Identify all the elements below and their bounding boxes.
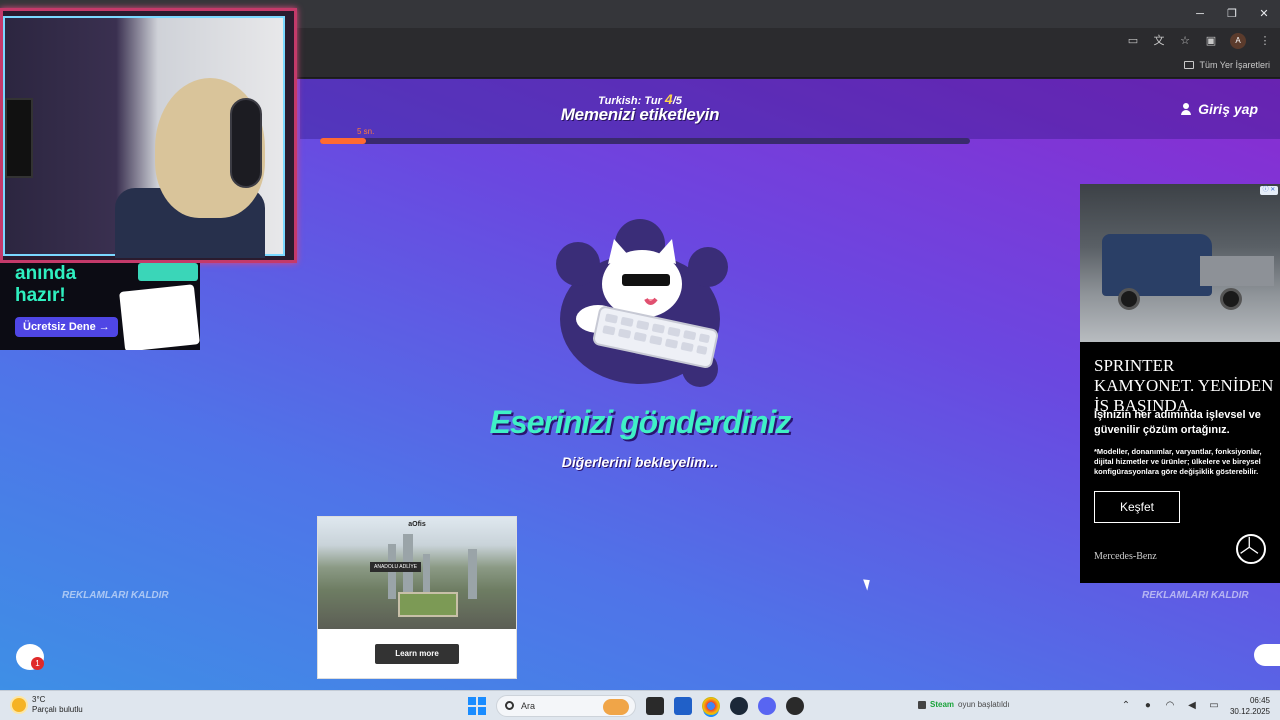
- ad-description: İşinizin her adımında işlevsel ve güveni…: [1094, 409, 1261, 436]
- mercedes-star-icon: [1236, 534, 1266, 564]
- timer-bar: [320, 138, 970, 144]
- chrome-icon[interactable]: [702, 697, 720, 715]
- steam-small-icon: [918, 700, 926, 709]
- extensions-icon[interactable]: ▣: [1204, 33, 1218, 49]
- start-button[interactable]: [468, 697, 486, 715]
- login-button[interactable]: Giriş yap: [1180, 101, 1258, 117]
- microphone-icon[interactable]: ●: [1142, 700, 1154, 712]
- cast-icon[interactable]: ▭: [1126, 33, 1140, 49]
- ad-brand: Mercedes-Benz: [1094, 551, 1157, 562]
- bottom-ad[interactable]: aOfis ANADOLU ADLİYE Learn more: [317, 516, 517, 679]
- chat-badge: 1: [31, 657, 44, 670]
- right-ad[interactable]: ⓘ ✕ SPRINTER KAMYONET. YENİDEN İŞ BAŞIND…: [1080, 184, 1280, 583]
- more-menu-icon[interactable]: ⋮: [1258, 33, 1272, 49]
- announcement-widget[interactable]: [1254, 644, 1280, 666]
- weather-desc: Parçalı bulutlu: [32, 705, 83, 714]
- partly-cloudy-icon: [12, 698, 26, 712]
- windows-taskbar: 3°C Parçalı bulutlu Ara Steam oyun başla…: [0, 690, 1280, 720]
- cat-keyboard-mascot: [556, 219, 728, 387]
- battery-icon[interactable]: ▭: [1208, 700, 1220, 712]
- ad-title: SPRINTER KAMYONET. YENİDEN İŞ BAŞINDA.: [1094, 356, 1274, 415]
- weather-temp: 3°C: [32, 695, 46, 704]
- profile-avatar[interactable]: A: [1230, 33, 1246, 49]
- steam-icon[interactable]: [730, 697, 748, 715]
- window-controls: ─ ❐ ✕: [1184, 0, 1280, 28]
- minimize-button[interactable]: ─: [1184, 0, 1216, 28]
- volume-icon[interactable]: ◀: [1186, 700, 1198, 712]
- search-highlight-icon: [603, 699, 629, 715]
- discord-icon[interactable]: [758, 697, 776, 715]
- weather-widget[interactable]: 3°C Parçalı bulutlu: [12, 695, 83, 715]
- ad-courthouse-photo: aOfis ANADOLU ADLİYE: [318, 517, 516, 629]
- timer-label: 5 sn.: [357, 127, 375, 136]
- promo-headline: anında hazır!: [15, 263, 77, 306]
- remove-ads-right-link[interactable]: REKLAMLARI KALDIR: [1142, 590, 1249, 601]
- ad-van-photo: ⓘ ✕: [1080, 184, 1280, 342]
- ad-logo: aOfis: [408, 521, 426, 528]
- ad-fine-print: *Modeller, donanımlar, varyantlar, fonks…: [1094, 447, 1262, 476]
- timer-bar-fill: [320, 138, 366, 144]
- system-clock[interactable]: 06:45 30.12.2025: [1230, 695, 1270, 717]
- close-button[interactable]: ✕: [1248, 0, 1280, 28]
- folder-icon: [1184, 61, 1195, 69]
- user-icon: [1180, 103, 1192, 115]
- webcam-overlay: [0, 8, 297, 263]
- promo-screenshot: [119, 284, 200, 350]
- restore-button[interactable]: ❐: [1216, 0, 1248, 28]
- discover-button[interactable]: Keşfet: [1094, 491, 1180, 523]
- search-icon: [505, 701, 514, 710]
- free-trial-button[interactable]: Ücretsiz Dene →: [15, 317, 118, 337]
- webcam-feed: [3, 16, 285, 258]
- ad-tag: ANADOLU ADLİYE: [370, 562, 422, 572]
- chevron-up-icon[interactable]: ⌃: [1120, 700, 1132, 712]
- mouse-cursor-icon: [863, 577, 873, 591]
- adchoices-icon[interactable]: ⓘ ✕: [1260, 186, 1278, 195]
- promo-ad[interactable]: anında hazır! Ücretsiz Dene →: [0, 263, 200, 350]
- app-icon[interactable]: [786, 697, 804, 715]
- promo-graphic: [138, 263, 198, 281]
- store-icon[interactable]: [674, 697, 692, 715]
- remove-ads-left-link[interactable]: REKLAMLARI KALDIR: [62, 590, 169, 601]
- taskbar-notification[interactable]: Steam oyun başlatıldı: [918, 700, 1010, 709]
- all-bookmarks-button[interactable]: Tüm Yer İşaretleri: [1184, 60, 1270, 70]
- bookmark-star-icon[interactable]: ☆: [1178, 33, 1192, 49]
- taskbar-search[interactable]: Ara: [496, 695, 636, 717]
- wifi-icon[interactable]: ◠: [1164, 700, 1176, 712]
- learn-more-button[interactable]: Learn more: [375, 644, 459, 664]
- translate-icon[interactable]: 文: [1152, 33, 1166, 49]
- task-view-icon[interactable]: [646, 697, 664, 715]
